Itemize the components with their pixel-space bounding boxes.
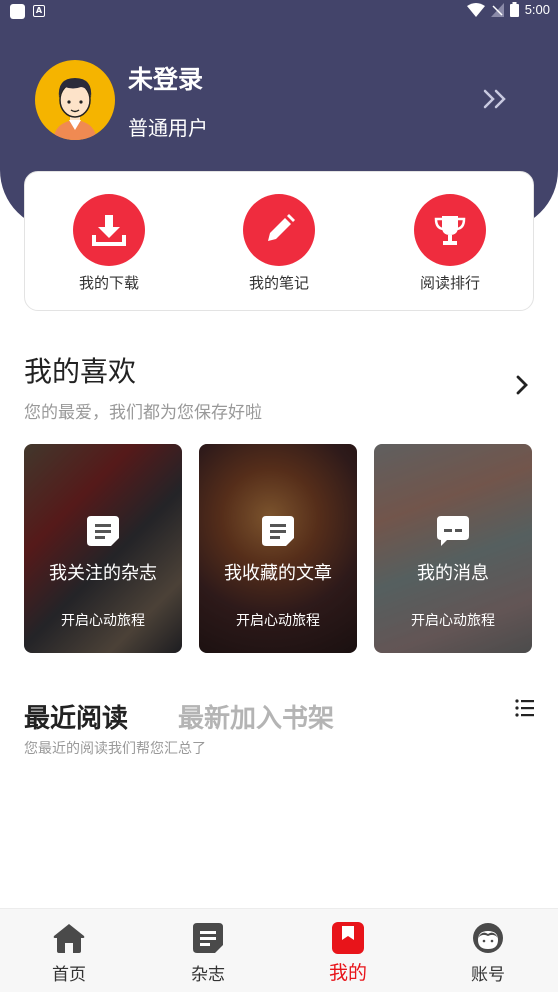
status-bar: A 5:00 xyxy=(0,0,558,26)
quick-action-label: 阅读排行 xyxy=(419,274,480,292)
signal-icon xyxy=(490,2,504,17)
card-cta: 开启心动旅程 xyxy=(411,613,495,629)
tab-recent-reading[interactable]: 最近阅读 xyxy=(24,698,128,735)
quick-action-downloads[interactable]: 我的下载 xyxy=(49,194,169,293)
message-icon xyxy=(437,516,469,546)
bottom-navigation: 首页 杂志 我的 账号 xyxy=(0,908,558,992)
favorite-card-magazines[interactable]: 我关注的杂志 开启心动旅程 xyxy=(24,444,182,653)
quick-action-label: 我的下载 xyxy=(78,274,139,292)
avatar[interactable] xyxy=(35,60,115,140)
quick-actions-card: 我的下载 我的笔记 阅读排行 xyxy=(24,171,534,311)
quick-action-label: 我的笔记 xyxy=(248,274,309,292)
nav-mine[interactable]: 我的 xyxy=(298,921,398,985)
pencil-icon xyxy=(243,194,315,266)
nav-magazine[interactable]: 杂志 xyxy=(158,921,258,985)
card-title: 我关注的杂志 xyxy=(49,563,157,584)
wifi-icon xyxy=(466,2,485,17)
chevron-right-icon[interactable] xyxy=(515,374,529,400)
profile-chevron-icon[interactable] xyxy=(482,88,508,114)
nav-label: 首页 xyxy=(52,965,86,985)
document-icon xyxy=(87,516,119,546)
favorites-title: 我的喜欢 xyxy=(24,355,137,388)
card-cta: 开启心动旅程 xyxy=(61,613,145,629)
download-icon xyxy=(73,194,145,266)
card-title: 我的消息 xyxy=(417,563,489,584)
notification-a-icon: A xyxy=(33,5,45,17)
recent-reading-subtitle: 您最近的阅读我们帮您汇总了 xyxy=(24,741,206,757)
nav-label: 杂志 xyxy=(191,965,225,985)
favorite-card-articles[interactable]: 我收藏的文章 开启心动旅程 xyxy=(199,444,357,653)
card-title: 我收藏的文章 xyxy=(224,563,332,584)
notification-icon xyxy=(10,4,25,19)
document-icon xyxy=(262,516,294,546)
magazine-icon xyxy=(190,921,226,955)
favorites-subtitle: 您的最爱，我们都为您保存好啦 xyxy=(24,403,262,423)
bookmark-icon xyxy=(330,921,366,955)
home-icon xyxy=(51,921,87,955)
nav-account[interactable]: 账号 xyxy=(438,921,538,985)
nav-label: 我的 xyxy=(328,962,367,984)
tab-new-on-shelf[interactable]: 最新加入书架 xyxy=(178,698,334,735)
favorite-card-messages[interactable]: 我的消息 开启心动旅程 xyxy=(374,444,532,653)
quick-action-ranking[interactable]: 阅读排行 xyxy=(390,194,510,293)
trophy-icon xyxy=(414,194,486,266)
face-icon xyxy=(470,921,506,955)
quick-action-notes[interactable]: 我的笔记 xyxy=(219,194,339,293)
status-time: 5:00 xyxy=(524,2,550,17)
list-view-icon[interactable] xyxy=(515,698,535,722)
avatar-face-icon xyxy=(53,78,97,140)
battery-icon xyxy=(509,2,519,17)
nav-label: 账号 xyxy=(471,965,505,985)
nav-home[interactable]: 首页 xyxy=(19,921,119,985)
card-cta: 开启心动旅程 xyxy=(236,613,320,629)
username[interactable]: 未登录 xyxy=(128,60,203,96)
user-type: 普通用户 xyxy=(128,116,208,140)
